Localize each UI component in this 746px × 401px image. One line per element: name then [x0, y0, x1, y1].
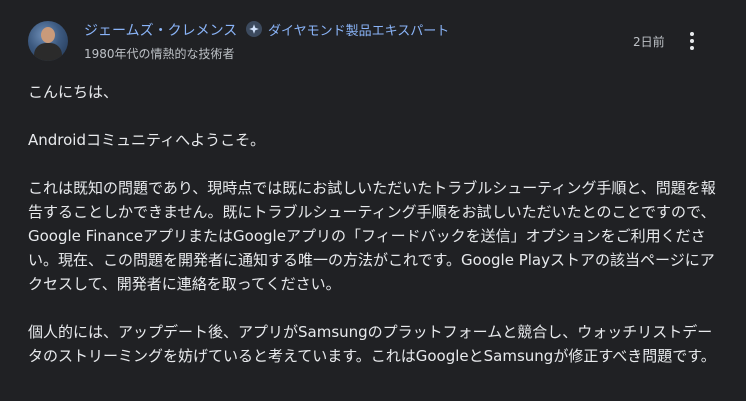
more-vert-icon-dot-bottom: [690, 46, 694, 50]
author-subtitle: 1980年代の情熱的な技術者: [84, 47, 235, 61]
post-paragraph: 個人的には、アップデート後、アプリがSamsungのプラットフォームと競合し、ウ…: [28, 323, 716, 365]
author-name[interactable]: ジェームズ・クレメンス: [84, 20, 237, 40]
author-avatar[interactable]: [28, 21, 68, 61]
expert-badge-label: ダイヤモンド製品エキスパート: [268, 24, 450, 39]
post-body: こんにちは、 Androidコミュニティへようこそ。 これは既知の問題であり、現…: [28, 80, 718, 392]
post-paragraph: Androidコミュニティへようこそ。: [28, 131, 266, 149]
avatar-head: [41, 27, 55, 43]
post-timestamp: 2日前: [633, 35, 665, 49]
more-options-button[interactable]: [680, 29, 704, 53]
post-paragraph: こんにちは、: [28, 83, 119, 101]
more-vert-icon-dot-middle: [690, 39, 694, 43]
diamond-expert-badge-icon: [246, 21, 262, 37]
post-paragraph: これは既知の問題であり、現時点では既にお試しいただいたトラブルシューティング手順…: [28, 179, 716, 293]
avatar-body: [34, 43, 62, 61]
more-vert-icon-dot-top: [690, 32, 694, 36]
post-header: ジェームズ・クレメンス ダイヤモンド製品エキスパート 1980年代の情熱的な技術…: [0, 0, 746, 70]
